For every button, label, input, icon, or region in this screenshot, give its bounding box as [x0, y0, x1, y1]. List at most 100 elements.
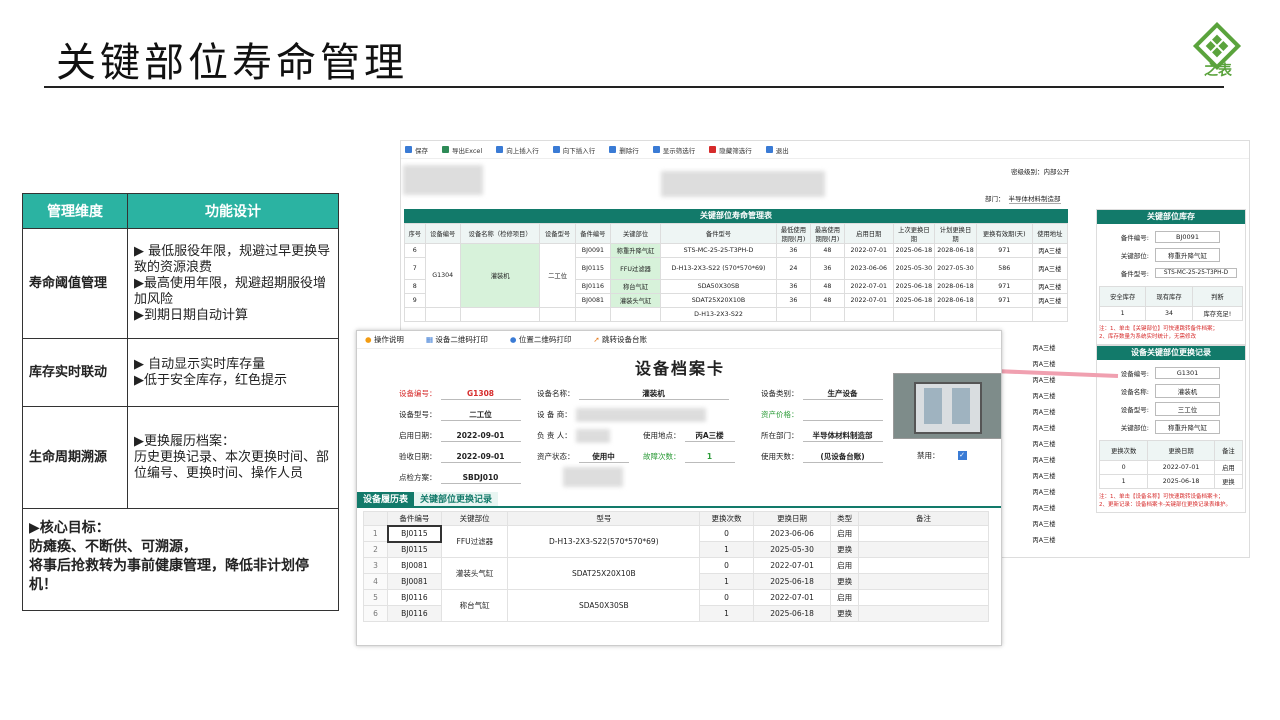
- table-row[interactable]: D-H13-2X3-S22: [404, 307, 1069, 322]
- cell: 2028-06-18: [934, 279, 977, 294]
- cell: 2022-07-01: [843, 243, 894, 258]
- label: 设备型号：: [399, 410, 437, 419]
- card-tabs: 设备履历表 关键部位更换记录: [357, 492, 1001, 508]
- start-date-field[interactable]: 2022-09-01: [440, 429, 521, 442]
- equip-name-field[interactable]: 灌装机: [578, 387, 729, 400]
- asset-state-field[interactable]: 使用中: [578, 450, 629, 463]
- insert-above-button[interactable]: 向上插入行: [496, 145, 539, 155]
- tab-part-records[interactable]: 关键部位更换记录: [414, 492, 499, 506]
- stock-code-field[interactable]: BJ0091: [1155, 231, 1220, 243]
- tab-history[interactable]: 设备履历表: [357, 492, 415, 506]
- th: 备注: [858, 511, 989, 526]
- th: 更换日期: [752, 511, 832, 526]
- cell: FFU过滤器: [440, 525, 509, 558]
- disable-checkbox[interactable]: ✓: [957, 451, 967, 460]
- cell: 1: [699, 541, 754, 558]
- record-code-field[interactable]: G1301: [1155, 367, 1220, 379]
- maker-field[interactable]: [575, 408, 706, 421]
- cell-part-link[interactable]: 称重升降气缸: [610, 243, 662, 258]
- record-note: 注：1、单击【设备名称】可快速跳转设备档案卡；: [1099, 494, 1224, 500]
- cell: 更换: [830, 605, 859, 622]
- table-row[interactable]: 6 G1304 灌装机 二工位 BJ0091 称重升降气缸 STS-MC-25-…: [404, 243, 1069, 308]
- cell-equip-name[interactable]: 灌装机: [459, 243, 541, 308]
- cell: 0: [699, 589, 754, 606]
- use-days-field[interactable]: (见设备台账): [802, 450, 883, 463]
- logo-text: 之表: [1204, 63, 1232, 79]
- dept-label: 部门：: [985, 195, 1005, 203]
- cell: 586: [975, 257, 1033, 280]
- dept-field[interactable]: 半导体材料制造部: [802, 429, 883, 442]
- dept-value: 半导体材料制造部: [1008, 195, 1061, 204]
- cell: 2022-07-01: [1147, 460, 1215, 475]
- record-model-field[interactable]: 三工位: [1155, 402, 1220, 416]
- fault-count-field[interactable]: 1: [684, 450, 735, 463]
- price-field[interactable]: [802, 408, 883, 421]
- cell-part-link[interactable]: FFU过滤器: [610, 257, 662, 280]
- print-location-qr-button[interactable]: ● 位置二维码打印: [510, 334, 571, 345]
- label: 设备编号：: [399, 389, 437, 398]
- table-row[interactable]: 1 BJ0115 FFU过滤器 D-H13-2X3-S22(570*570*69…: [363, 524, 989, 558]
- export-excel-button[interactable]: 导出Excel: [442, 145, 482, 155]
- delete-row-button[interactable]: 删除行: [609, 145, 639, 155]
- label: 验收日期：: [399, 452, 437, 461]
- cell-part-link[interactable]: 灌装头气缸: [610, 293, 662, 308]
- insert-below-button[interactable]: 向下插入行: [552, 145, 595, 155]
- stock-part-field[interactable]: 称重升降气缸: [1155, 248, 1220, 262]
- cell: BJ0115: [386, 524, 443, 543]
- owner-field[interactable]: [575, 429, 610, 442]
- cell: 48: [809, 243, 845, 258]
- cell: [858, 589, 989, 606]
- show-filter-button[interactable]: 显示筛选行: [652, 145, 695, 155]
- label: 设备类别：: [761, 389, 799, 398]
- cell: 24: [775, 257, 811, 280]
- label: 禁用：: [917, 451, 940, 460]
- cell: SDA50X30SB: [507, 589, 701, 622]
- help-button[interactable]: ● 操作说明: [365, 334, 404, 345]
- addr-cell: 丙A三楼: [1032, 537, 1056, 544]
- hide-filter-button[interactable]: 隐藏筛选行: [709, 145, 752, 155]
- cell: 更换: [1213, 474, 1244, 489]
- stock-part-row: 关键部位: 称重升降气缸: [1099, 246, 1243, 264]
- cell: BJ0116: [387, 589, 442, 606]
- cell: BJ0115: [387, 541, 442, 558]
- save-button[interactable]: 保存: [405, 145, 428, 155]
- cell: 丙A三楼: [1031, 279, 1069, 294]
- table-row[interactable]: 5 BJ0116 称台气缸 SDA50X30SB 0 2022-07-01 启用: [363, 589, 989, 622]
- addr-cell: 丙A三楼: [1032, 457, 1056, 464]
- print-equip-qr-button[interactable]: ▦ 设备二维码打印: [426, 334, 488, 345]
- cell-part-link[interactable]: 称台气缸: [610, 279, 662, 294]
- field-dept: 所在部门： 半导体材料制造部: [761, 429, 883, 442]
- field-fault: 故障次数： 1: [643, 450, 735, 463]
- label: 关键部位:: [1120, 252, 1149, 260]
- dept-row: 部门： 半导体材料制造部: [985, 193, 1061, 204]
- cell: 2022-07-01: [752, 589, 832, 606]
- equip-model-field[interactable]: 二工位: [440, 408, 521, 421]
- record-name-field[interactable]: 灌装机: [1155, 384, 1220, 398]
- exit-button[interactable]: 退出: [765, 145, 789, 155]
- inspection-plan-field[interactable]: SBDJ010: [440, 471, 521, 484]
- addr-cell: 丙A三楼: [1032, 393, 1056, 400]
- cell: SDA50X30SB: [660, 279, 777, 294]
- table-row[interactable]: 3 BJ0081 灌装头气缸 SDAT25X20X10B 0 2022-07-0…: [363, 557, 989, 590]
- record-part-field[interactable]: 称重升降气缸: [1155, 420, 1220, 434]
- check-date-field[interactable]: 2022-09-01: [440, 450, 521, 463]
- label: 资产状态：: [537, 452, 575, 461]
- col-part: 关键部位: [610, 223, 662, 244]
- cell: 2027-05-30: [934, 257, 977, 280]
- stock-model-field[interactable]: STS-MC-25-25-T3PH-D: [1155, 268, 1237, 278]
- equip-code-field[interactable]: G1308: [440, 387, 521, 400]
- goto-ledger-button[interactable]: ➚ 跳转设备台账: [593, 334, 647, 345]
- goal-line: ▶核心目标：: [29, 520, 110, 536]
- addr-cell: 丙A三楼: [1032, 505, 1056, 512]
- cell: 36: [809, 257, 845, 280]
- secret-level: 密级级别：内部公开: [1011, 168, 1070, 176]
- cell: 1: [699, 573, 754, 590]
- label: 负 责 人：: [537, 431, 572, 440]
- label: 关键部位:: [1120, 424, 1149, 432]
- equip-category-field[interactable]: 生产设备: [802, 387, 883, 400]
- location-field[interactable]: 丙A三楼: [684, 429, 735, 442]
- cell: BJ0116: [574, 279, 612, 294]
- field-model: 设备型号： 二工位: [399, 408, 521, 421]
- cell: 2023-06-06: [843, 257, 894, 280]
- field-category: 设备类别： 生产设备: [761, 387, 883, 400]
